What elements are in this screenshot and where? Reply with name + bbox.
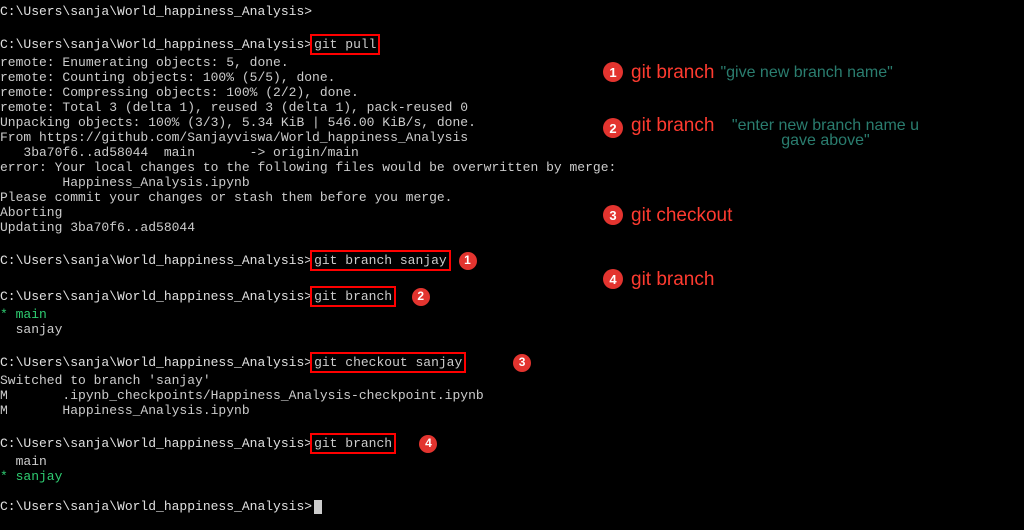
output-line: remote: Compressing objects: 100% (2/2),… <box>0 85 1024 100</box>
prompt-line: C:\Users\sanja\World_happiness_Analysis> <box>0 4 1024 19</box>
badge-4: 4 <box>419 435 437 453</box>
cmd-git-branch-list-2: C:\Users\sanja\World_happiness_Analysis>… <box>0 433 1024 454</box>
highlight-box-4: git branch <box>310 433 396 454</box>
cmd-git-checkout: C:\Users\sanja\World_happiness_Analysis>… <box>0 352 1024 373</box>
output-line: error: Your local changes to the followi… <box>0 160 1024 175</box>
cmd-git-pull: C:\Users\sanja\World_happiness_Analysis>… <box>0 34 1024 55</box>
prompt-active[interactable]: C:\Users\sanja\World_happiness_Analysis> <box>0 499 1024 514</box>
output-line: M Happiness_Analysis.ipynb <box>0 403 1024 418</box>
cmd-git-branch-list-1: C:\Users\sanja\World_happiness_Analysis>… <box>0 286 1024 307</box>
branch-other: main <box>0 454 1024 469</box>
cursor-icon <box>314 500 322 514</box>
highlight-box-pull: git pull <box>310 34 380 55</box>
blank-line <box>0 418 1024 433</box>
branch-current-main: * main <box>0 307 1024 322</box>
output-line: remote: Total 3 (delta 1), reused 3 (del… <box>0 100 1024 115</box>
badge-2-legend: 2 <box>603 118 623 138</box>
output-line: Aborting <box>0 205 1024 220</box>
output-line: Happiness_Analysis.ipynb <box>0 175 1024 190</box>
badge-2: 2 <box>412 288 430 306</box>
branch-other: sanjay <box>0 322 1024 337</box>
blank-line <box>0 484 1024 499</box>
output-line: M .ipynb_checkpoints/Happiness_Analysis-… <box>0 388 1024 403</box>
annotation-2: 2git branch"enter new branch name u gave… <box>603 118 1013 148</box>
badge-1: 1 <box>459 252 477 270</box>
blank-line <box>0 19 1024 34</box>
output-line: Updating 3ba70f6..ad58044 <box>0 220 1024 235</box>
highlight-box-3: git checkout sanjay <box>310 352 466 373</box>
badge-4-legend: 4 <box>603 269 623 289</box>
output-line: Switched to branch 'sanjay' <box>0 373 1024 388</box>
badge-3: 3 <box>513 354 531 372</box>
blank-line <box>0 235 1024 250</box>
output-line: Please commit your changes or stash them… <box>0 190 1024 205</box>
cmd-git-branch-create: C:\Users\sanja\World_happiness_Analysis>… <box>0 250 1024 271</box>
badge-3-legend: 3 <box>603 205 623 225</box>
highlight-box-2: git branch <box>310 286 396 307</box>
highlight-box-1: git branch sanjay <box>310 250 451 271</box>
blank-line <box>0 271 1024 286</box>
annotation-4: 4git branch <box>603 269 714 289</box>
annotation-1: 1git branch"give new branch name" <box>603 62 1003 82</box>
annotation-3: 3git checkout <box>603 205 732 225</box>
hint-text: "give new branch name" <box>720 65 892 80</box>
badge-1-legend: 1 <box>603 62 623 82</box>
hint-text: "enter new branch name u gave above" <box>720 118 930 148</box>
branch-current-sanjay: * sanjay <box>0 469 1024 484</box>
blank-line <box>0 337 1024 352</box>
